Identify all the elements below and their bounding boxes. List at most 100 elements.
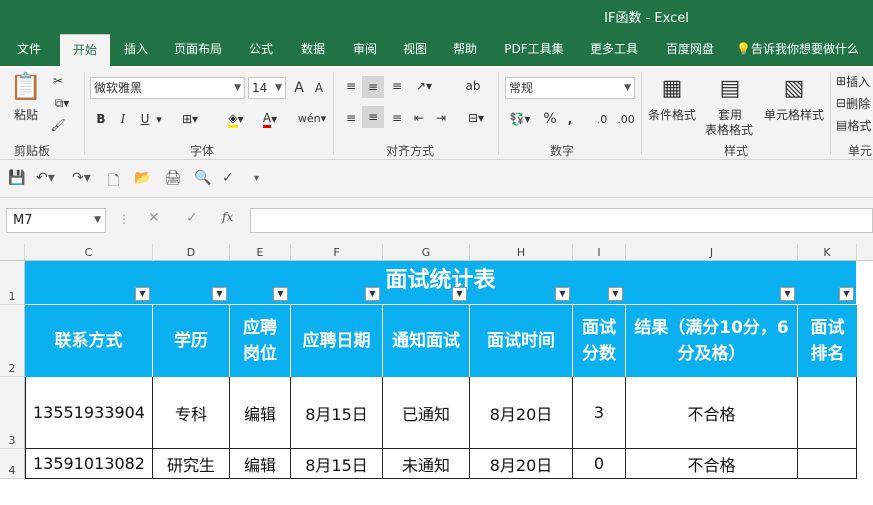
- column-header-j[interactable]: J: [626, 244, 798, 261]
- tab-insert[interactable]: 插入: [116, 34, 156, 66]
- fill-color-icon[interactable]: ◈ ▾: [222, 110, 250, 128]
- column-header-f[interactable]: F: [291, 244, 383, 261]
- filter-dropdown-icon[interactable]: ▼: [135, 287, 150, 301]
- decrease-indent-icon[interactable]: ⇤: [410, 108, 428, 128]
- row-header-2[interactable]: 2: [0, 305, 25, 377]
- cell-interview-time[interactable]: 8月20日: [470, 449, 573, 479]
- cell-position[interactable]: 编辑: [230, 377, 291, 449]
- new-file-icon[interactable]: 🗋: [108, 170, 119, 194]
- tab-baidu-netdisk[interactable]: 百度网盘: [660, 34, 720, 66]
- format-painter-icon[interactable]: 🖌: [48, 116, 68, 134]
- cell-rank[interactable]: [798, 377, 857, 449]
- font-size-select[interactable]: 14 ▼: [248, 77, 286, 99]
- filter-dropdown-icon[interactable]: ▼: [273, 287, 288, 301]
- tab-pdf-tools[interactable]: PDF工具集: [500, 34, 568, 66]
- column-header-c[interactable]: C: [25, 244, 153, 261]
- copy-icon[interactable]: ⧉▾: [48, 94, 76, 112]
- redo-icon[interactable]: ↷▾: [72, 170, 91, 186]
- column-header-e[interactable]: E: [230, 244, 291, 261]
- merge-center-icon[interactable]: ⊟▾: [462, 108, 490, 128]
- header-apply-date[interactable]: 应聘日期: [291, 305, 383, 377]
- header-position[interactable]: 应聘岗位: [230, 305, 291, 377]
- filter-dropdown-icon[interactable]: ▼: [555, 287, 570, 301]
- comma-style-button[interactable]: ,: [564, 110, 576, 128]
- tab-page-layout[interactable]: 页面布局: [166, 34, 230, 66]
- header-result[interactable]: 结果（满分10分，6分及格）: [626, 305, 798, 377]
- filter-dropdown-icon[interactable]: ▼: [608, 287, 623, 301]
- tab-formulas[interactable]: 公式: [240, 34, 282, 66]
- tab-file[interactable]: 文件: [8, 34, 50, 66]
- cell-apply-date[interactable]: 8月15日: [291, 449, 383, 479]
- percent-style-button[interactable]: %: [542, 110, 558, 128]
- filter-dropdown-icon[interactable]: ▼: [839, 287, 854, 301]
- conditional-format-button[interactable]: 条件格式: [646, 106, 698, 122]
- tab-data[interactable]: 数据: [292, 34, 334, 66]
- enter-icon[interactable]: ✓: [186, 210, 198, 226]
- conditional-format-icon[interactable]: ▦: [658, 72, 686, 104]
- header-interview-notice[interactable]: 通知面试: [383, 305, 470, 377]
- header-contact[interactable]: 联系方式: [25, 305, 153, 377]
- paste-button[interactable]: 粘贴: [8, 106, 44, 122]
- format-as-table-icon[interactable]: ▤: [716, 72, 744, 104]
- decrease-decimal-icon[interactable]: .00: [616, 108, 636, 130]
- header-rank[interactable]: 面试排名: [798, 305, 857, 377]
- cell-education[interactable]: 研究生: [153, 449, 230, 479]
- print-preview-icon[interactable]: 🖨: [164, 170, 182, 186]
- spelling-icon[interactable]: ✓: [222, 170, 234, 186]
- align-top-icon[interactable]: ≡: [342, 76, 360, 96]
- format-cells-button[interactable]: ▤ 格式: [836, 116, 873, 134]
- grow-font-icon[interactable]: A: [292, 79, 306, 97]
- cell-position[interactable]: 编辑: [230, 449, 291, 479]
- row-header-1[interactable]: 1: [0, 261, 25, 305]
- border-icon[interactable]: ⊞▾: [176, 110, 204, 128]
- column-header-k[interactable]: K: [798, 244, 857, 261]
- accounting-format-icon[interactable]: 💱▾: [506, 110, 534, 128]
- format-as-table-line2[interactable]: 表格格式: [698, 121, 760, 137]
- column-header-h[interactable]: H: [470, 244, 573, 261]
- cell-interview-notice[interactable]: 已通知: [383, 377, 470, 449]
- customize-qat-icon[interactable]: ▾: [254, 173, 259, 184]
- font-color-icon[interactable]: A ▾: [256, 110, 284, 128]
- cell-rank[interactable]: [798, 449, 857, 479]
- filter-dropdown-icon[interactable]: ▼: [365, 287, 380, 301]
- cell-education[interactable]: 专科: [153, 377, 230, 449]
- wrap-text-icon[interactable]: ab: [464, 76, 482, 96]
- increase-decimal-icon[interactable]: .0: [592, 108, 612, 130]
- number-format-select[interactable]: 常规 ▼: [505, 77, 635, 99]
- column-header-i[interactable]: I: [573, 244, 626, 261]
- filter-dropdown-icon[interactable]: ▼: [212, 287, 227, 301]
- print-icon[interactable]: 🔍: [194, 170, 211, 186]
- cell-interview-time[interactable]: 8月20日: [470, 377, 573, 449]
- cell-apply-date[interactable]: 8月15日: [291, 377, 383, 449]
- cell-interview-notice[interactable]: 未通知: [383, 449, 470, 479]
- cell-styles-icon[interactable]: ▧: [780, 72, 808, 104]
- align-middle-icon[interactable]: ≡: [362, 76, 384, 98]
- cancel-icon[interactable]: ✕: [148, 210, 160, 226]
- tab-home[interactable]: 开始: [60, 34, 110, 66]
- italic-button[interactable]: I: [116, 110, 130, 128]
- undo-icon[interactable]: ↶▾: [36, 170, 55, 186]
- align-center-icon[interactable]: ≡: [362, 106, 384, 128]
- font-name-select[interactable]: 微软雅黑 ▼: [90, 77, 245, 99]
- increase-indent-icon[interactable]: ⇥: [432, 108, 450, 128]
- cell-score[interactable]: 0: [573, 449, 626, 479]
- delete-cells-button[interactable]: ⊟ 删除: [836, 94, 873, 112]
- insert-function-button[interactable]: fx: [222, 210, 233, 224]
- header-score[interactable]: 面试分数: [573, 305, 626, 377]
- align-left-icon[interactable]: ≡: [342, 108, 360, 128]
- save-icon[interactable]: 💾: [8, 170, 25, 186]
- phonetic-guide-icon[interactable]: wén▾: [296, 106, 328, 130]
- tab-help[interactable]: 帮助: [444, 34, 486, 66]
- cut-icon[interactable]: ✂: [48, 72, 68, 90]
- tab-review[interactable]: 审阅: [344, 34, 386, 66]
- orientation-icon[interactable]: ↗▾: [410, 76, 438, 96]
- align-bottom-icon[interactable]: ≡: [388, 76, 406, 96]
- formula-input[interactable]: [250, 208, 873, 233]
- shrink-font-icon[interactable]: A: [312, 79, 326, 97]
- header-interview-time[interactable]: 面试时间: [470, 305, 573, 377]
- chevron-down-icon[interactable]: ▾: [154, 110, 164, 128]
- cell-contact[interactable]: 13591013082: [25, 449, 153, 479]
- row-header-3[interactable]: 3: [0, 377, 25, 449]
- tab-view[interactable]: 视图: [396, 34, 434, 66]
- column-header-g[interactable]: G: [383, 244, 470, 261]
